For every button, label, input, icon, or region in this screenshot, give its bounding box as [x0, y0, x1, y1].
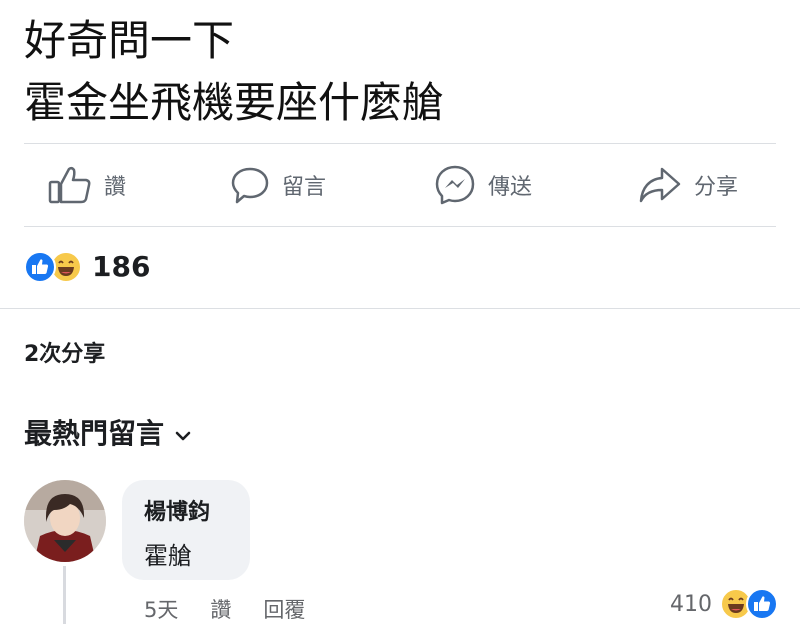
share-label: 分享: [694, 175, 739, 200]
comment-sort-dropdown[interactable]: 最熱門留言: [24, 412, 192, 452]
send-label: 傳送: [488, 175, 533, 200]
comment-text: 霍艙: [144, 542, 192, 570]
facebook-post: 好奇問一下 霍金坐飛機要座什麼艙 讚 留言 傳送 分享 186 2次分享 最熱門…: [0, 0, 800, 624]
divider: [24, 226, 776, 227]
post-text: 好奇問一下 霍金坐飛機要座什麼艙: [24, 10, 444, 134]
post-action-bar: 讚 留言 傳送 分享: [24, 144, 776, 226]
comment-button[interactable]: 留言: [230, 144, 326, 226]
comment-time[interactable]: 5天: [144, 594, 178, 624]
share-button[interactable]: 分享: [638, 144, 738, 226]
post-line-1: 好奇問一下: [24, 16, 235, 65]
divider: [0, 308, 800, 309]
comment-bubble: 楊博鈞 霍艙: [122, 480, 250, 580]
avatar[interactable]: [24, 480, 106, 562]
comment-reaction-count: 410: [670, 591, 712, 617]
comment-like-button[interactable]: 讚: [210, 594, 231, 624]
post-line-2: 霍金坐飛機要座什麼艙: [24, 78, 445, 127]
comment-author[interactable]: 楊博鈞: [144, 494, 250, 526]
comment-label: 留言: [282, 175, 327, 200]
share-count[interactable]: 2次分享: [24, 336, 105, 368]
thread-line: [63, 566, 66, 624]
reaction-count: 186: [92, 250, 151, 283]
share-arrow-icon: [638, 165, 682, 205]
thumbs-up-icon: [746, 588, 778, 620]
like-button[interactable]: 讚: [48, 144, 126, 226]
comment-sort-label: 最熱門留言: [24, 417, 165, 450]
comment-reaction-summary[interactable]: 410: [670, 588, 778, 620]
messenger-icon: [434, 164, 476, 206]
thumbs-up-icon: [24, 250, 56, 283]
like-label: 讚: [104, 175, 127, 200]
send-button[interactable]: 傳送: [434, 144, 532, 226]
chevron-down-icon: [174, 416, 192, 449]
reaction-summary[interactable]: 186: [24, 250, 150, 283]
speech-bubble-icon: [230, 165, 270, 205]
comment-reply-button[interactable]: 回覆: [263, 594, 305, 624]
thumbs-up-icon: [48, 165, 92, 205]
comment-meta: 5天 讚 回覆: [144, 594, 305, 624]
